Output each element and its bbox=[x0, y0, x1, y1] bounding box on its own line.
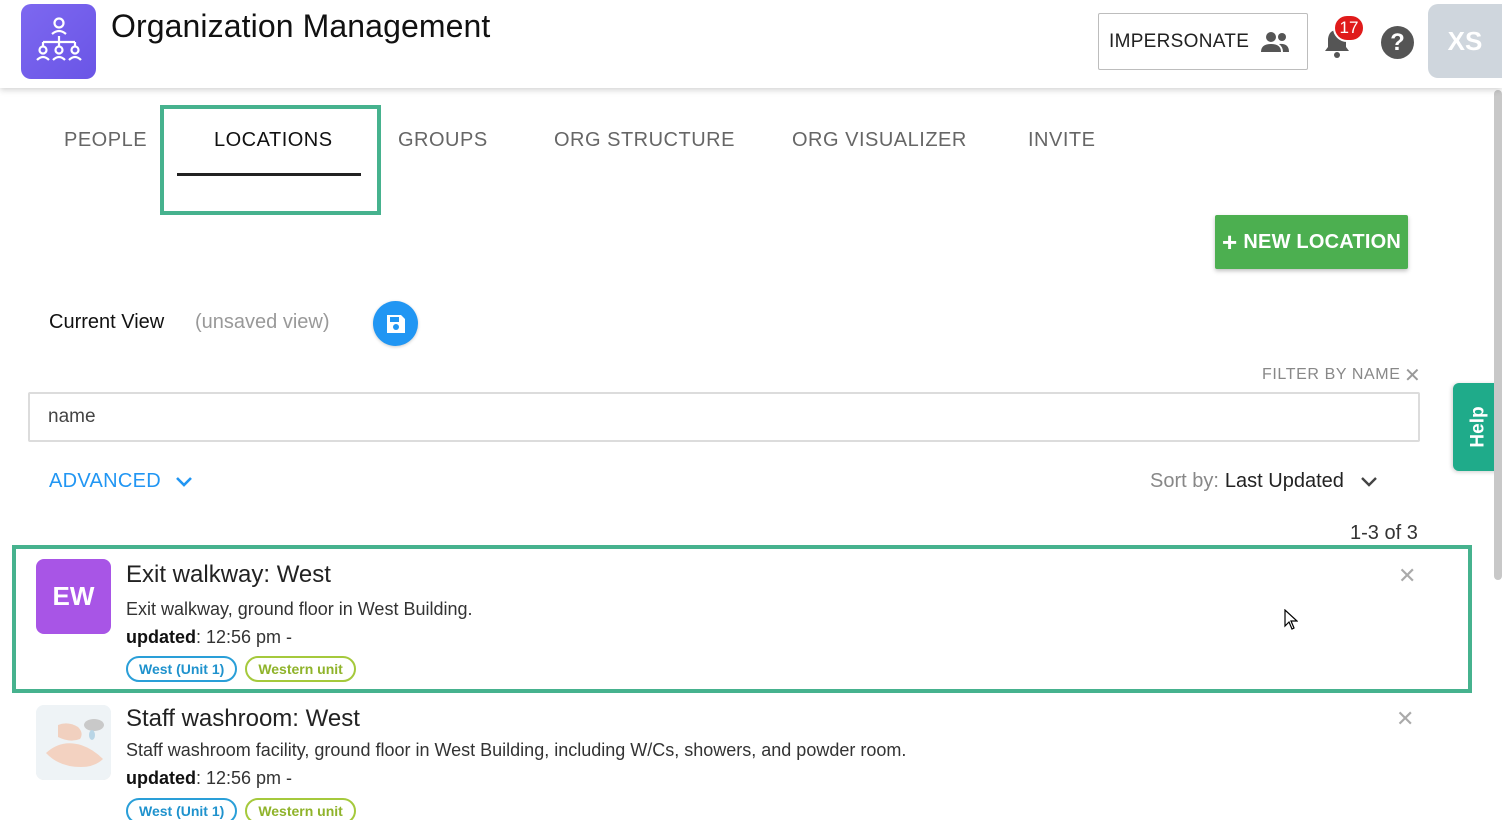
people-icon bbox=[1259, 30, 1291, 54]
tag-unit[interactable]: West (Unit 1) bbox=[126, 798, 238, 820]
remove-location-icon[interactable]: ✕ bbox=[1396, 706, 1414, 732]
updated-label: updated bbox=[126, 627, 196, 647]
help-tab-label: Help bbox=[1468, 406, 1489, 448]
location-initials-avatar: EW bbox=[36, 559, 111, 634]
washroom-photo-thumbnail bbox=[36, 705, 111, 780]
updated-value: : 12:56 pm - bbox=[196, 627, 293, 647]
filter-by-name-label: FILTER BY NAME bbox=[1262, 366, 1401, 383]
unsaved-view-label: (unsaved view) bbox=[195, 311, 330, 333]
location-updated: updated: 12:56 pm - bbox=[126, 627, 292, 648]
results-count: 1-3 of 3 bbox=[1350, 522, 1418, 544]
floppy-disk-icon bbox=[385, 313, 407, 335]
clear-filter-icon[interactable]: ✕ bbox=[1404, 366, 1421, 386]
app-header: Organization Management IMPERSONATE 17 ?… bbox=[0, 0, 1502, 88]
save-view-button[interactable] bbox=[373, 301, 418, 346]
location-description: Staff washroom facility, ground floor in… bbox=[126, 740, 907, 760]
notification-badge: 17 bbox=[1333, 14, 1365, 42]
location-name[interactable]: Exit walkway: West bbox=[126, 561, 331, 589]
sort-label: Sort by: bbox=[1150, 470, 1219, 492]
location-tags: West (Unit 1) Western unit bbox=[126, 798, 356, 820]
tab-invite[interactable]: INVITE bbox=[1028, 129, 1095, 152]
updated-value: : 12:56 pm - bbox=[196, 768, 293, 788]
tag-unit[interactable]: West (Unit 1) bbox=[126, 656, 238, 682]
user-avatar[interactable]: XS bbox=[1428, 4, 1502, 78]
advanced-toggle[interactable]: ADVANCED bbox=[49, 470, 193, 493]
page-title: Organization Management bbox=[111, 8, 491, 44]
location-updated: updated: 12:56 pm - bbox=[126, 768, 292, 789]
mouse-cursor-icon bbox=[1284, 608, 1299, 636]
name-filter-input[interactable] bbox=[28, 392, 1420, 442]
sort-value: Last Updated bbox=[1224, 470, 1344, 492]
chevron-down-icon bbox=[1360, 476, 1378, 488]
location-tags: West (Unit 1) Western unit bbox=[126, 656, 356, 682]
new-location-label: NEW LOCATION bbox=[1243, 230, 1401, 253]
tag-group[interactable]: Western unit bbox=[245, 656, 356, 682]
sort-dropdown[interactable]: Sort by: Last Updated bbox=[1150, 470, 1378, 493]
tab-org-structure[interactable]: ORG STRUCTURE bbox=[554, 129, 735, 152]
impersonate-button[interactable]: IMPERSONATE bbox=[1098, 13, 1308, 70]
location-card[interactable]: EW Exit walkway: West Exit walkway, grou… bbox=[12, 545, 1472, 693]
remove-location-icon[interactable]: ✕ bbox=[1398, 563, 1416, 589]
location-card[interactable]: Staff washroom: West Staff washroom faci… bbox=[12, 700, 1472, 820]
tab-org-visualizer[interactable]: ORG VISUALIZER bbox=[792, 129, 967, 152]
current-view-label: Current View bbox=[49, 311, 165, 333]
location-description: Exit walkway, ground floor in West Build… bbox=[126, 599, 473, 619]
tag-group[interactable]: Western unit bbox=[245, 798, 356, 820]
chevron-down-icon bbox=[175, 476, 193, 488]
advanced-label: ADVANCED bbox=[49, 470, 162, 492]
new-location-button[interactable]: + NEW LOCATION bbox=[1215, 215, 1408, 269]
impersonate-label: IMPERSONATE bbox=[1109, 30, 1250, 52]
page-scrollbar[interactable] bbox=[1494, 90, 1502, 580]
tab-highlight-box bbox=[160, 105, 381, 215]
help-icon[interactable]: ? bbox=[1381, 26, 1414, 59]
tab-groups[interactable]: GROUPS bbox=[398, 129, 488, 152]
location-name[interactable]: Staff washroom: West bbox=[126, 705, 360, 733]
tab-people[interactable]: PEOPLE bbox=[64, 129, 147, 152]
updated-label: updated bbox=[126, 768, 196, 788]
plus-icon: + bbox=[1222, 227, 1238, 257]
org-chart-icon[interactable] bbox=[21, 4, 96, 79]
